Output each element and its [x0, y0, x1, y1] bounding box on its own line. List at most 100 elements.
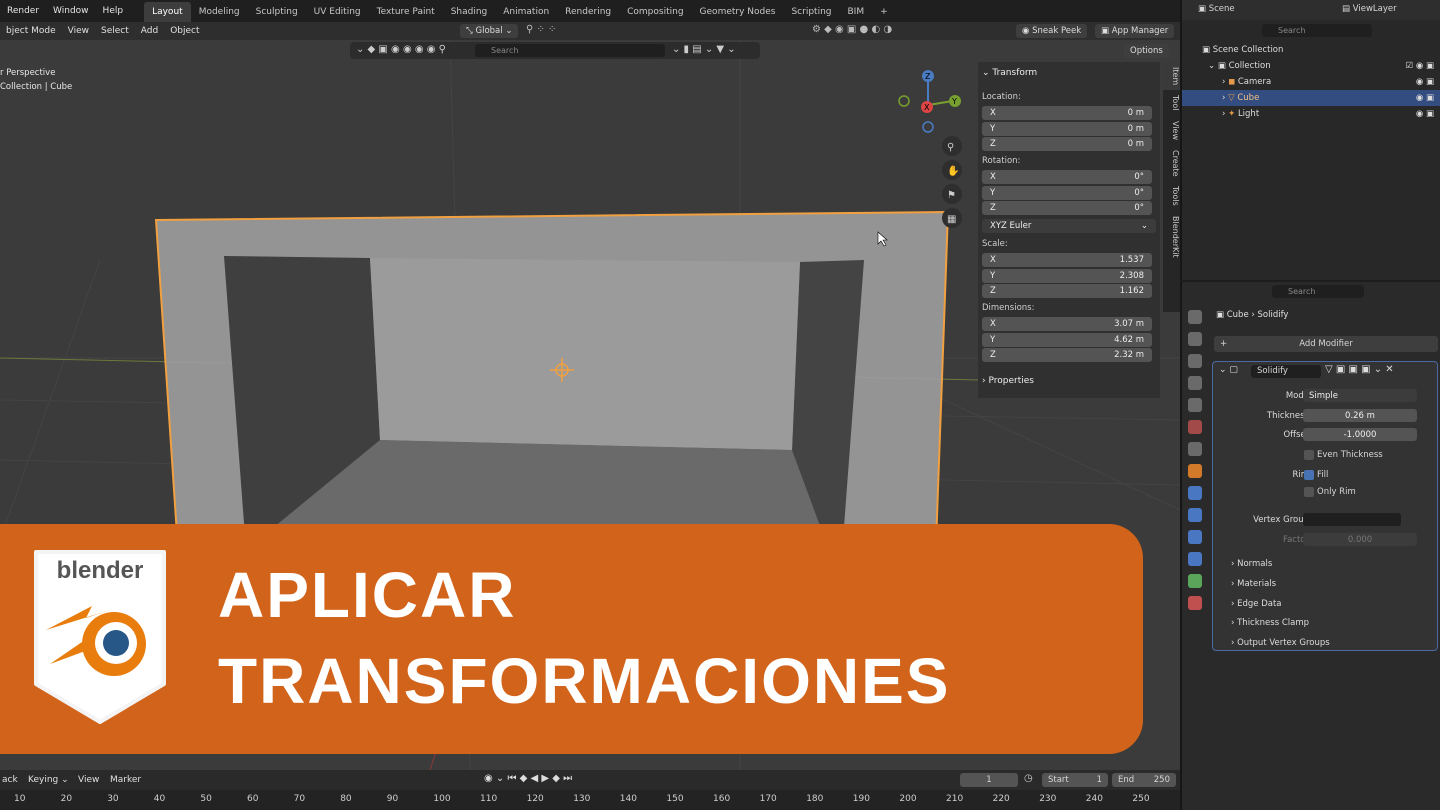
- rotation-x-field[interactable]: X 0°: [982, 170, 1152, 184]
- list-item[interactable]: ⌄ ▣ Collection ☑ ◉ ▣: [1182, 58, 1440, 74]
- list-item[interactable]: › ▽ Cube ◉ ▣: [1182, 90, 1440, 106]
- end-frame-field[interactable]: End 250: [1112, 773, 1176, 787]
- navigation-gizmo[interactable]: Z Y X ⚲ ✋ ⚑ ▦: [893, 68, 963, 268]
- tab-item[interactable]: Item: [1163, 62, 1180, 91]
- output-icon[interactable]: [1188, 354, 1202, 368]
- list-item[interactable]: ▣ Scene Collection: [1182, 42, 1440, 58]
- rotation-y-field[interactable]: Y 0°: [982, 185, 1152, 200]
- tab-create[interactable]: Create: [1163, 145, 1180, 182]
- modifier-toggle-icons[interactable]: ▽ ▣ ▣ ▣ ⌄ ✕: [1325, 364, 1394, 375]
- shading-icons[interactable]: ⚙ ◆ ◉ ▣ ● ◐ ◑: [812, 24, 1012, 38]
- mode-dropdown[interactable]: bject Mode: [0, 22, 62, 40]
- visibility-icons[interactable]: ◉ ▣: [1416, 74, 1434, 90]
- menu-help[interactable]: Help: [96, 0, 131, 22]
- current-frame-field[interactable]: 1: [960, 773, 1018, 787]
- location-z-field[interactable]: Z 0 m: [982, 137, 1152, 151]
- marker-menu[interactable]: Marker: [104, 771, 147, 789]
- offset-field[interactable]: -1.0000: [1303, 428, 1417, 441]
- list-item[interactable]: › ✦ Light ◉ ▣: [1182, 106, 1440, 122]
- even-thickness-checkbox[interactable]: [1304, 450, 1314, 460]
- tab-rendering[interactable]: Rendering: [557, 2, 619, 22]
- thickness-field[interactable]: 0.26 m: [1303, 409, 1417, 422]
- add-workspace-button[interactable]: +: [872, 2, 896, 22]
- only-rim-checkbox[interactable]: [1304, 487, 1314, 497]
- tab-shading[interactable]: Shading: [443, 2, 496, 22]
- wrench-icon[interactable]: [1188, 486, 1202, 500]
- tool-icon[interactable]: [1188, 310, 1202, 324]
- orientation-dropdown[interactable]: ⤡ Global ⌄: [460, 24, 519, 38]
- scene-icon[interactable]: [1188, 398, 1202, 412]
- tab-layout[interactable]: Layout: [144, 2, 191, 22]
- sneak-peek-button[interactable]: ◉ Sneak Peek: [1016, 24, 1088, 38]
- add-modifier-button[interactable]: + Add Modifier: [1214, 336, 1438, 352]
- dimensions-y-field[interactable]: Y 4.62 m: [982, 332, 1152, 347]
- modifier-name-field[interactable]: Solidify: [1251, 365, 1321, 378]
- selectability-icons[interactable]: ⌄ ◆ ▣ ◉ ◉ ◉ ◉ ⚲: [356, 44, 446, 55]
- scale-y-field[interactable]: Y 2.308: [982, 268, 1152, 283]
- location-y-field[interactable]: Y 0 m: [982, 121, 1152, 136]
- playback-menu[interactable]: ack: [0, 771, 24, 789]
- clock-icon[interactable]: ◷: [1024, 773, 1033, 784]
- menu-add[interactable]: Add: [135, 22, 164, 40]
- object-icon[interactable]: [1188, 464, 1202, 478]
- properties-search-input[interactable]: Search: [1272, 285, 1364, 298]
- snapping-icons[interactable]: ⚲ ⁘ ⁘: [526, 24, 596, 38]
- location-x-field[interactable]: X 0 m: [982, 106, 1152, 120]
- tab-bim[interactable]: BIM: [840, 2, 873, 22]
- transform-header[interactable]: ⌄ Transform: [982, 68, 1037, 78]
- vertex-group-field[interactable]: [1303, 513, 1401, 526]
- scene-selector[interactable]: ▣ Scene: [1198, 4, 1235, 14]
- visibility-icons[interactable]: ◉ ▣: [1416, 90, 1434, 106]
- view-layer-icon[interactable]: [1188, 376, 1202, 390]
- outliner-search-input[interactable]: Search: [1262, 24, 1372, 37]
- menu-object[interactable]: Object: [164, 22, 205, 40]
- material-icon[interactable]: [1188, 596, 1202, 610]
- thickness-clamp-subpanel[interactable]: › Thickness Clamp: [1231, 616, 1309, 630]
- menu-render[interactable]: Render: [0, 0, 46, 22]
- fill-checkbox[interactable]: [1304, 470, 1314, 480]
- tab-compositing[interactable]: Compositing: [619, 2, 691, 22]
- menu-view[interactable]: View: [62, 22, 95, 40]
- dimensions-x-field[interactable]: X 3.07 m: [982, 317, 1152, 331]
- mode-dropdown[interactable]: Simple: [1303, 389, 1417, 402]
- collection-icon[interactable]: [1188, 442, 1202, 456]
- app-manager-button[interactable]: ▣ App Manager: [1095, 24, 1175, 38]
- keying-menu[interactable]: Keying ⌄: [22, 771, 75, 789]
- tab-animation[interactable]: Animation: [495, 2, 557, 22]
- constraints-icon[interactable]: [1188, 552, 1202, 566]
- properties-subpanel[interactable]: › Properties: [982, 376, 1034, 386]
- dimensions-z-field[interactable]: Z 2.32 m: [982, 348, 1152, 362]
- viewlayer-selector[interactable]: ▤ ViewLayer: [1342, 4, 1397, 14]
- particles-icon[interactable]: [1188, 508, 1202, 522]
- tab-texture-paint[interactable]: Texture Paint: [369, 2, 443, 22]
- scale-z-field[interactable]: Z 1.162: [982, 284, 1152, 298]
- menu-select[interactable]: Select: [95, 22, 135, 40]
- edge-data-subpanel[interactable]: › Edge Data: [1231, 597, 1282, 611]
- tab-scripting[interactable]: Scripting: [783, 2, 839, 22]
- tab-geometry-nodes[interactable]: Geometry Nodes: [692, 2, 784, 22]
- rotation-z-field[interactable]: Z 0°: [982, 201, 1152, 215]
- rotation-mode-dropdown[interactable]: XYZ Euler ⌄: [982, 219, 1156, 233]
- physics-icon[interactable]: [1188, 530, 1202, 544]
- output-vertex-groups-subpanel[interactable]: › Output Vertex Groups: [1231, 636, 1330, 650]
- filter-icons[interactable]: ⌄ ▮ ▤ ⌄ ▼ ⌄: [672, 44, 736, 55]
- viewport-search-input[interactable]: Search: [475, 44, 665, 57]
- tab-sculpting[interactable]: Sculpting: [248, 2, 306, 22]
- collapse-icon[interactable]: ⌄ ▢: [1219, 365, 1238, 375]
- menu-window[interactable]: Window: [46, 0, 96, 22]
- visibility-icons[interactable]: ◉ ▣: [1416, 106, 1434, 122]
- data-icon[interactable]: [1188, 574, 1202, 588]
- materials-subpanel[interactable]: › Materials: [1231, 577, 1276, 591]
- scale-x-field[interactable]: X 1.537: [982, 253, 1152, 267]
- tab-tools[interactable]: Tools: [1163, 181, 1180, 211]
- list-item[interactable]: › ◼ Camera ◉ ▣: [1182, 74, 1440, 90]
- visibility-icons[interactable]: ☑ ◉ ▣: [1406, 58, 1434, 74]
- normals-subpanel[interactable]: › Normals: [1231, 557, 1272, 571]
- tab-uv-editing[interactable]: UV Editing: [306, 2, 369, 22]
- factor-field[interactable]: 0.000: [1303, 533, 1417, 546]
- world-icon[interactable]: [1188, 420, 1202, 434]
- playback-controls[interactable]: ◉ ⌄ ⏮ ◆ ◀ ▶ ◆ ⏭: [484, 773, 572, 784]
- view-menu[interactable]: View: [72, 771, 105, 789]
- tab-view[interactable]: View: [1163, 116, 1180, 145]
- tab-tool[interactable]: Tool: [1163, 90, 1180, 116]
